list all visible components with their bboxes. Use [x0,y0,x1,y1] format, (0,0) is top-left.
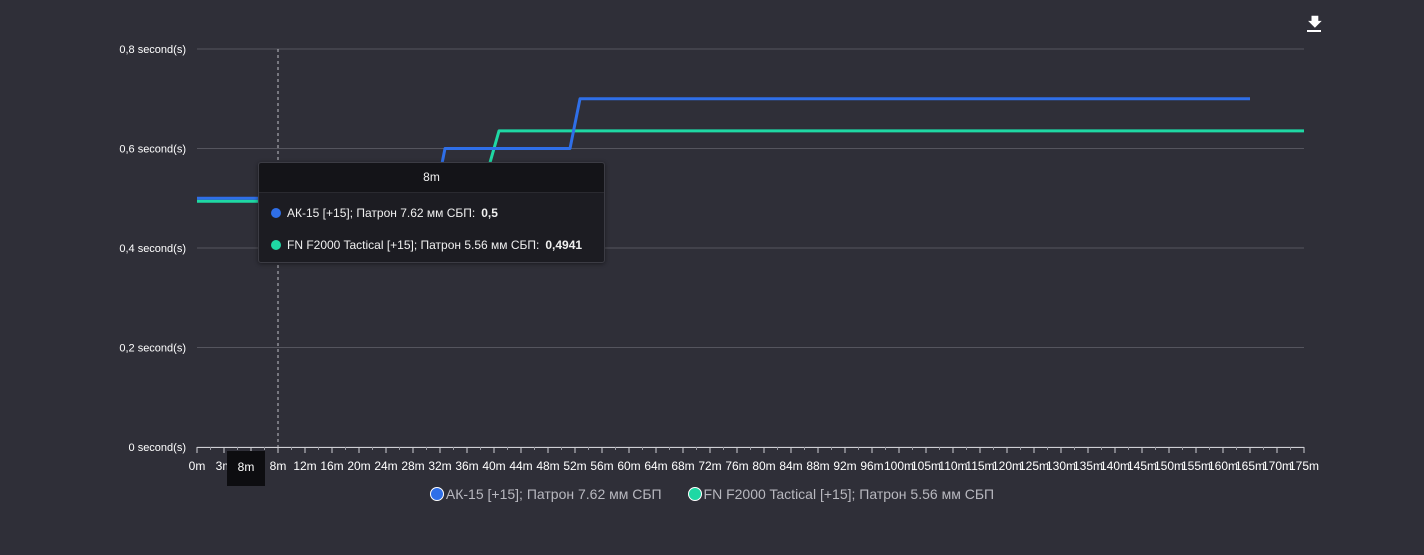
line-chart: 0 second(s) 0,2 second(s) 0,4 second(s) 0,6… [119,44,1319,473]
x-tick-label: 88m [806,459,829,473]
x-tick-label: 135m [1073,459,1103,473]
legend-item-ak15[interactable]: АК-15 [+15]; Патрон 7.62 мм СБП [429,486,662,502]
tooltip-marker-f2000 [271,240,281,250]
legend-marker [429,487,444,501]
legend-label: АК-15 [+15]; Патрон 7.62 мм СБП [445,486,662,502]
x-tick-label: 165m [1235,459,1265,473]
x-tick-label: 80m [752,459,775,473]
y-tick-label: 0,2 second(s) [119,343,186,355]
tooltip-row-f2000: FN F2000 Tactical [+15]; Патрон 5.56 мм … [271,237,582,253]
x-tick-label: 175m [1289,459,1319,473]
x-tick-label: 130m [1046,459,1076,473]
x-tick-label: 110m [938,459,967,473]
download-button[interactable] [1302,10,1326,34]
x-tick-label: 32m [428,459,451,473]
tooltip-marker-ak15 [271,208,281,218]
legend-marker [687,487,702,501]
x-tick-label: 28m [401,459,424,473]
y-tick-label: 0 second(s) [129,442,186,454]
x-tick-label: 100m [884,459,914,473]
crosshair-x-label: 8m [227,451,265,486]
x-tick-label: 40m [482,459,505,473]
x-tick-label: 150m [1154,459,1184,473]
x-tick-label: 76m [725,459,748,473]
tooltip-title: 8m [259,163,604,193]
x-tick-label: 8m [270,459,287,473]
x-tick-label: 145m [1127,459,1157,473]
tooltip-row-ak15: АК-15 [+15]; Патрон 7.62 мм СБП: 0,5 [271,205,498,221]
x-tick-label: 140m [1100,459,1130,473]
chart-legend: АК-15 [+15]; Патрон 7.62 мм СБП FN F2000… [0,486,1424,502]
x-tick-label: 125m [1019,459,1049,473]
x-tick-label: 84m [779,459,802,473]
x-tick-label: 44m [509,459,532,473]
tooltip-series-name: FN F2000 Tactical [+15]; Патрон 5.56 мм … [287,238,540,252]
x-tick-label: 155m [1181,459,1211,473]
x-tick-label: 64m [644,459,667,473]
x-tick-label: 36m [455,459,478,473]
x-tick-label: 160m [1208,459,1238,473]
x-tick-label: 115m [965,459,994,473]
y-tick-label: 0,6 second(s) [119,144,186,156]
x-tick-label: 92m [833,459,856,473]
tooltip-series-value: 0,4941 [545,238,583,252]
chart-area: 0 second(s) 0,2 second(s) 0,4 second(s) 0,6… [0,0,1424,550]
legend-label: FN F2000 Tactical [+15]; Патрон 5.56 мм … [703,486,995,502]
x-tick-label: 48m [536,459,559,473]
x-tick-label: 96m [860,459,883,473]
tooltip-series-name: АК-15 [+15]; Патрон 7.62 мм СБП: [287,206,476,220]
y-tick-label: 0,8 second(s) [119,44,186,56]
x-tick-label: 24m [374,459,397,473]
x-tick-label: 16m [320,459,343,473]
x-tick-label: 72m [698,459,721,473]
x-tick-label: 120m [992,459,1022,473]
x-tick-label: 0m [189,459,206,473]
x-tick-label: 60m [617,459,640,473]
x-tick-label: 170m [1262,459,1292,473]
x-tick-label: 68m [671,459,694,473]
x-tick-label: 52m [563,459,586,473]
x-tick-label: 12m [293,459,316,473]
legend-item-f2000[interactable]: FN F2000 Tactical [+15]; Патрон 5.56 мм … [687,486,995,502]
x-tick-label: 105m [911,459,941,473]
download-icon [1307,15,1322,32]
tooltip-series-value: 0,5 [481,206,498,220]
x-tick-label: 20m [347,459,370,473]
x-tick-label: 56m [590,459,613,473]
y-tick-label: 0,4 second(s) [119,243,186,255]
chart-tooltip: 8m АК-15 [+15]; Патрон 7.62 мм СБП: 0,5 F… [258,162,605,263]
